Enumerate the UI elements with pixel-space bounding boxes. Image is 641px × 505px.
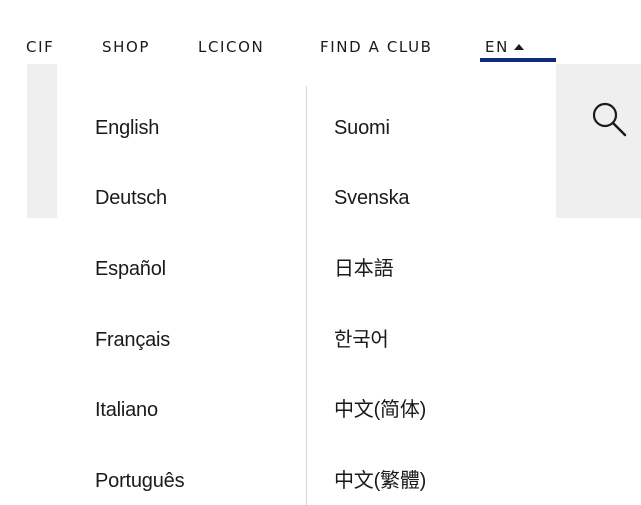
nav-item-lcicon[interactable]: LCICON [198, 38, 264, 56]
nav-item-cif[interactable]: CIF [26, 38, 54, 56]
search-icon [592, 102, 627, 137]
language-option-italiano[interactable]: Italiano [95, 398, 158, 422]
language-dropdown-menu: English Deutsch Español Français Italian… [57, 64, 556, 505]
language-option-japanese[interactable]: 日本語 [334, 257, 394, 281]
nav-item-find-a-club[interactable]: FIND A CLUB [320, 38, 433, 56]
language-option-portugues[interactable]: Português [95, 469, 185, 493]
language-option-chinese-traditional[interactable]: 中文(繁體) [334, 469, 426, 493]
search-button[interactable] [586, 97, 634, 145]
language-option-espanol[interactable]: Español [95, 257, 166, 281]
language-option-svenska[interactable]: Svenska [334, 186, 410, 210]
language-selector-label: EN [485, 38, 509, 56]
language-option-suomi[interactable]: Suomi [334, 116, 390, 140]
active-language-underline [480, 58, 556, 62]
caret-up-icon [513, 44, 524, 50]
language-selector-toggle[interactable]: EN [485, 38, 524, 56]
language-option-korean[interactable]: 한국어 [334, 328, 389, 352]
top-navigation: CIF SHOP LCICON FIND A CLUB EN [0, 0, 641, 64]
nav-item-shop[interactable]: SHOP [102, 38, 150, 56]
page: CIF SHOP LCICON FIND A CLUB EN English D… [0, 0, 641, 505]
language-option-deutsch[interactable]: Deutsch [95, 186, 167, 210]
language-option-chinese-simplified[interactable]: 中文(简体) [334, 398, 426, 422]
column-divider [306, 86, 307, 505]
language-option-english[interactable]: English [95, 116, 159, 140]
language-option-francais[interactable]: Français [95, 328, 170, 352]
